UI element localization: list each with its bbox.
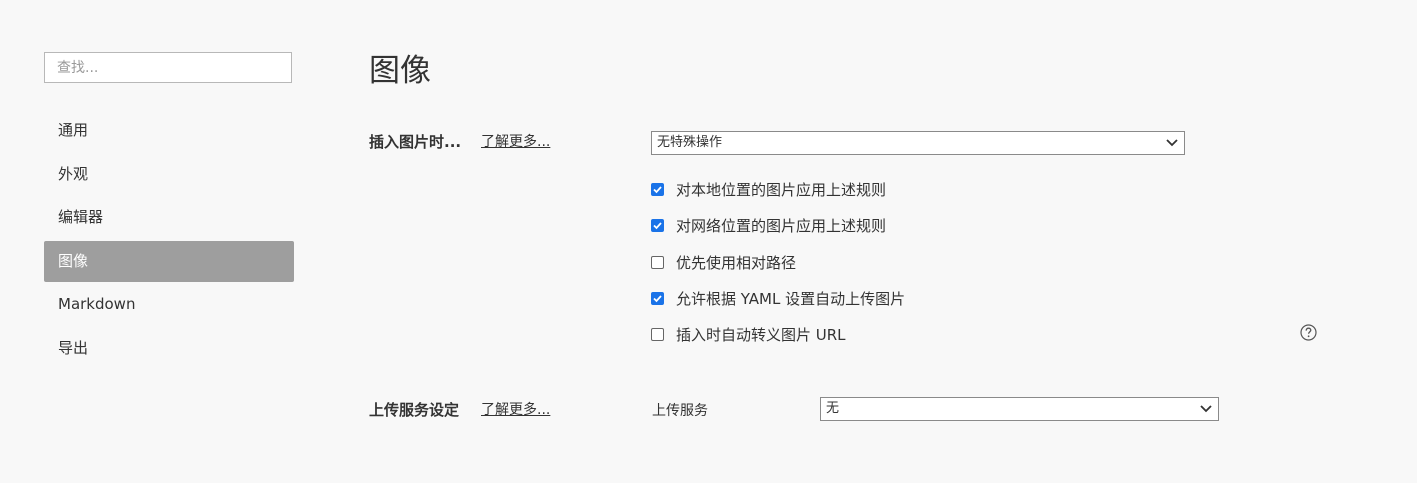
option-label: 对本地位置的图片应用上述规则 xyxy=(676,180,887,199)
sidebar-item-markdown[interactable]: Markdown xyxy=(44,284,294,325)
checkbox-checked-icon[interactable] xyxy=(651,182,664,196)
checkbox-unchecked-icon[interactable] xyxy=(651,327,664,341)
sidebar-item-general[interactable]: 通用 xyxy=(44,110,294,151)
sidebar-item-image[interactable]: 图像 xyxy=(44,240,294,282)
insert-action-select[interactable]: 无特殊操作 xyxy=(651,131,1185,155)
upload-service-value: 无 xyxy=(826,401,840,416)
question-circle-icon[interactable] xyxy=(1300,324,1317,341)
checkbox-checked-icon[interactable] xyxy=(651,218,664,232)
upload-learn-more-link[interactable]: 了解更多... xyxy=(481,399,550,419)
option-network-images[interactable]: 对网络位置的图片应用上述规则 xyxy=(651,215,886,235)
upload-service-select[interactable]: 无 xyxy=(820,397,1219,421)
upload-section-label: 上传服务设定 xyxy=(369,401,460,419)
chevron-down-icon xyxy=(1166,139,1178,147)
option-label: 插入时自动转义图片 URL xyxy=(676,325,846,344)
page-title: 图像 xyxy=(369,53,431,89)
option-label: 允许根据 YAML 设置自动上传图片 xyxy=(676,289,906,308)
sidebar-nav: 通用 外观 编辑器 图像 Markdown 导出 xyxy=(44,110,294,371)
option-label: 对网络位置的图片应用上述规则 xyxy=(676,216,887,235)
option-label: 优先使用相对路径 xyxy=(676,253,797,272)
checkbox-checked-icon[interactable] xyxy=(651,291,664,305)
option-escape-url[interactable]: 插入时自动转义图片 URL xyxy=(651,324,846,344)
sidebar-item-editor[interactable]: 编辑器 xyxy=(44,197,294,238)
option-relative-path[interactable]: 优先使用相对路径 xyxy=(651,252,796,272)
checkbox-unchecked-icon[interactable] xyxy=(651,255,664,269)
search-input[interactable] xyxy=(44,52,292,83)
sidebar-item-export[interactable]: 导出 xyxy=(44,328,294,369)
sidebar-item-appearance[interactable]: 外观 xyxy=(44,154,294,195)
chevron-down-icon xyxy=(1200,405,1212,413)
option-yaml-upload[interactable]: 允许根据 YAML 设置自动上传图片 xyxy=(651,288,905,308)
option-local-images[interactable]: 对本地位置的图片应用上述规则 xyxy=(651,179,886,199)
insert-section-label: 插入图片时... xyxy=(369,133,462,151)
insert-learn-more-link[interactable]: 了解更多... xyxy=(481,131,550,151)
upload-service-label: 上传服务 xyxy=(652,403,708,419)
insert-action-value: 无特殊操作 xyxy=(657,135,723,150)
